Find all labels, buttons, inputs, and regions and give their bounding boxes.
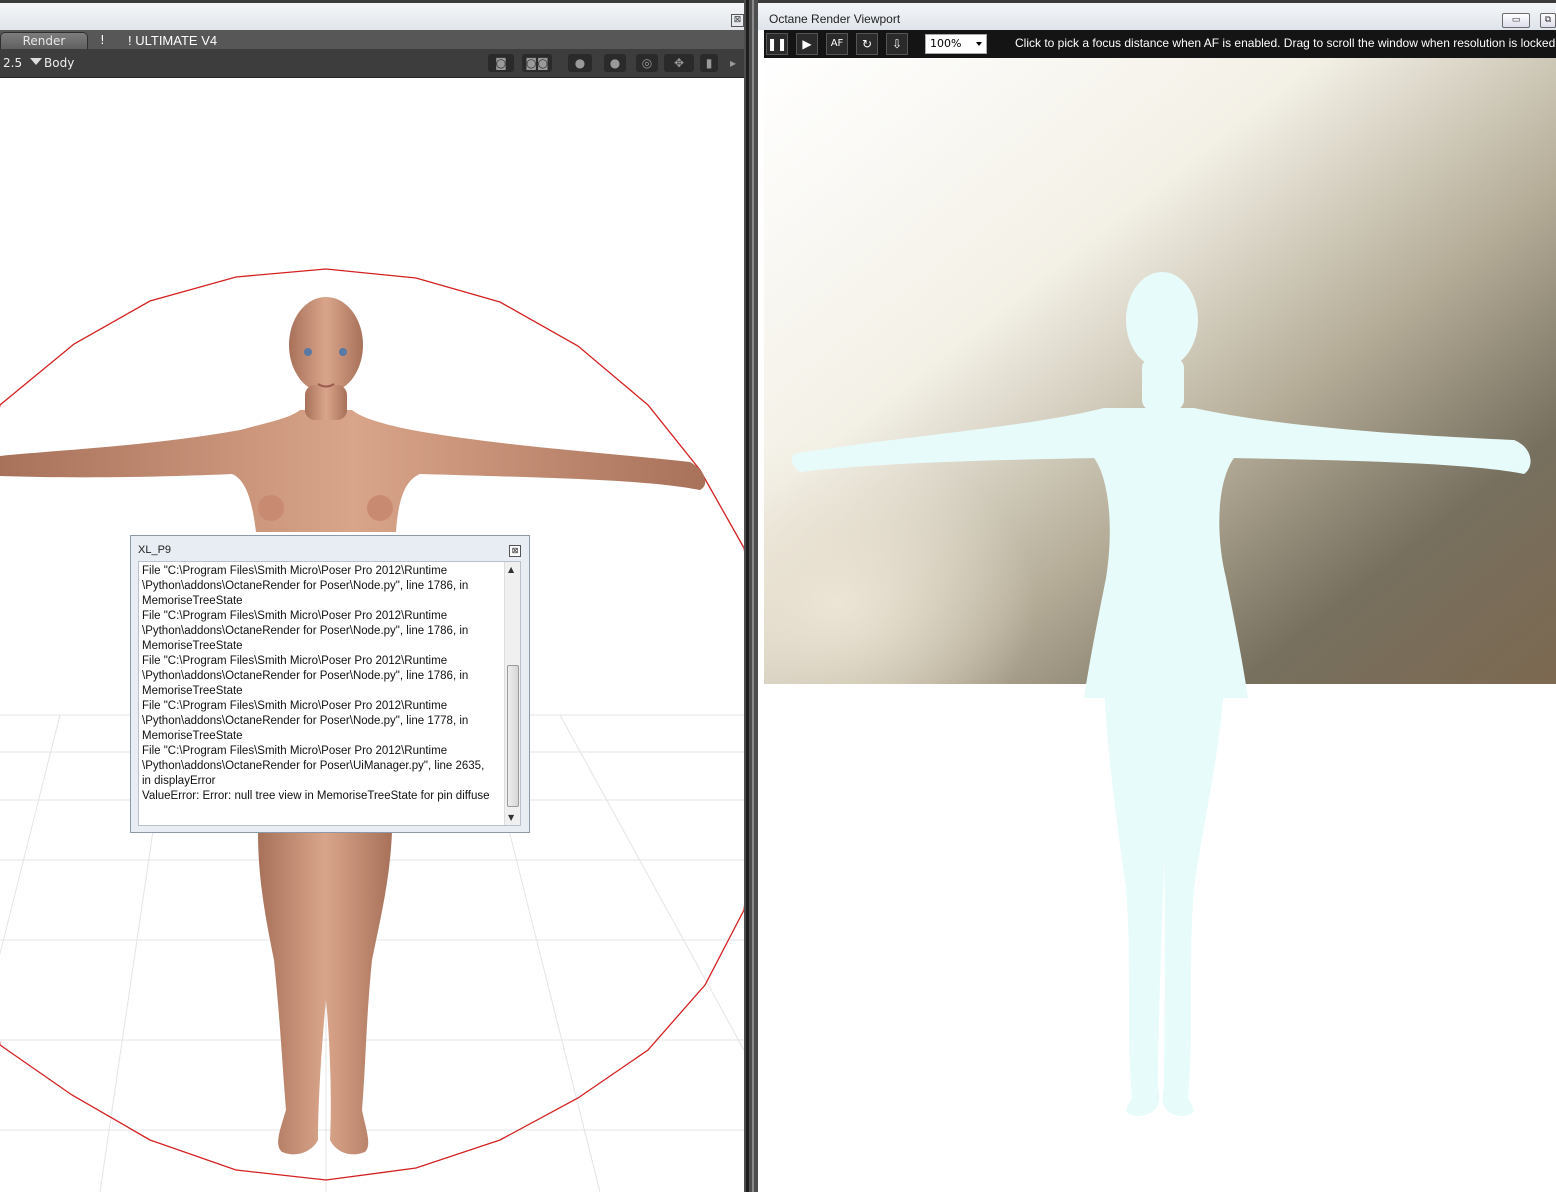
body-dropdown-arrow-icon[interactable] — [30, 58, 42, 65]
error-line: MemoriseTreeState — [142, 730, 243, 742]
error-line: \Python\addons\OctaneRender for Poser\No… — [142, 715, 469, 727]
scroll-up-icon[interactable]: ▲ — [508, 565, 514, 574]
target-icon[interactable]: ◎ — [636, 54, 658, 72]
tab-bang[interactable]: ! — [100, 32, 105, 49]
tab-ultimate-v4[interactable]: ! ULTIMATE V4 — [128, 32, 217, 49]
error-line: File "C:\Program Files\Smith Micro\Poser… — [142, 610, 448, 622]
tab-render[interactable]: Render — [0, 32, 88, 50]
octane-status-hint: Click to pick a focus distance when AF i… — [1015, 36, 1556, 50]
octane-viewport-pane: Octane Render Viewport ▭ ⧉ ❚❚ ▶ AF ↻ ⇩ 1… — [758, 0, 1556, 1192]
error-line: File "C:\Program Files\Smith Micro\Poser… — [142, 700, 448, 712]
move-icon[interactable]: ✥ — [664, 54, 694, 72]
scroll-down-icon[interactable]: ▼ — [508, 813, 514, 822]
octane-window-title: Octane Render Viewport — [769, 12, 901, 26]
error-line: \Python\addons\OctaneRender for Poser\No… — [142, 625, 469, 637]
zoom-value: 100% — [930, 37, 962, 50]
error-dialog: XL_P9 ⊠ File "C:\Program Files\Smith Mic… — [130, 535, 530, 833]
left-close-icon[interactable]: ⊠ — [731, 14, 744, 27]
sphere-icon[interactable]: ● — [604, 54, 626, 72]
camera-icon[interactable]: ◙ — [488, 54, 514, 72]
figure-icon[interactable]: ▮ — [700, 54, 718, 72]
expand-arrow-icon[interactable]: ▸ — [726, 54, 740, 72]
octane-title-bar: Octane Render Viewport ▭ ⧉ — [758, 0, 1556, 30]
poser-title-bar: ⊠ — [0, 0, 744, 30]
error-line: \Python\addons\OctaneRender for Poser\Ui… — [142, 760, 485, 772]
error-line: MemoriseTreeState — [142, 685, 243, 697]
error-dialog-close-icon[interactable]: ⊠ — [509, 545, 521, 557]
error-line: ValueError: Error: null tree view in Mem… — [142, 790, 490, 802]
camera-set-icon[interactable]: ◙◙ — [522, 54, 552, 72]
error-line: File "C:\Program Files\Smith Micro\Poser… — [142, 565, 448, 577]
pane-splitter[interactable] — [744, 0, 758, 1192]
error-dialog-title: XL_P9 — [138, 544, 172, 556]
play-icon[interactable]: ▶ — [796, 33, 818, 55]
poser-tab-bar: Render ! ! ULTIMATE V4 — [0, 30, 744, 50]
body-selector[interactable]: Body — [44, 56, 74, 70]
error-line: MemoriseTreeState — [142, 595, 243, 607]
zoom-dropdown[interactable]: 100% — [925, 34, 987, 54]
error-line: File "C:\Program Files\Smith Micro\Poser… — [142, 655, 448, 667]
scroll-thumb[interactable] — [507, 665, 519, 807]
af-toggle-icon[interactable]: AF — [826, 33, 848, 55]
scale-value: 2.5 — [3, 56, 23, 70]
error-log-scrollbar[interactable]: ▲ ▼ — [504, 562, 520, 825]
restore-icon[interactable]: ⧉ — [1540, 13, 1556, 28]
error-line: File "C:\Program Files\Smith Micro\Poser… — [142, 745, 448, 757]
refresh-icon[interactable]: ↻ — [856, 33, 878, 55]
error-line: \Python\addons\OctaneRender for Poser\No… — [142, 580, 469, 592]
error-line: MemoriseTreeState — [142, 640, 243, 652]
octane-toolbar: ❚❚ ▶ AF ↻ ⇩ 100% Click to pick a focus d… — [764, 30, 1556, 58]
save-image-icon[interactable]: ⇩ — [886, 33, 908, 55]
minimize-icon[interactable]: ▭ — [1502, 13, 1530, 28]
error-line: \Python\addons\OctaneRender for Poser\No… — [142, 670, 469, 682]
poser-toolbar: 2.5 Body ◙ ◙◙ ● ● ◎ ✥ ▮ ▸ — [0, 49, 744, 78]
poser-viewport-pane: ⊠ Render ! ! ULTIMATE V4 2.5 Body ◙ ◙◙ ●… — [0, 0, 744, 1192]
zoom-dropdown-arrow-icon[interactable] — [976, 42, 982, 46]
error-log-textarea[interactable]: File "C:\Program Files\Smith Micro\Poser… — [138, 561, 521, 826]
error-line: in displayError — [142, 775, 216, 787]
preview-icon[interactable]: ● — [568, 54, 592, 72]
octane-render-image[interactable] — [764, 58, 1556, 1192]
pause-icon[interactable]: ❚❚ — [766, 33, 788, 55]
